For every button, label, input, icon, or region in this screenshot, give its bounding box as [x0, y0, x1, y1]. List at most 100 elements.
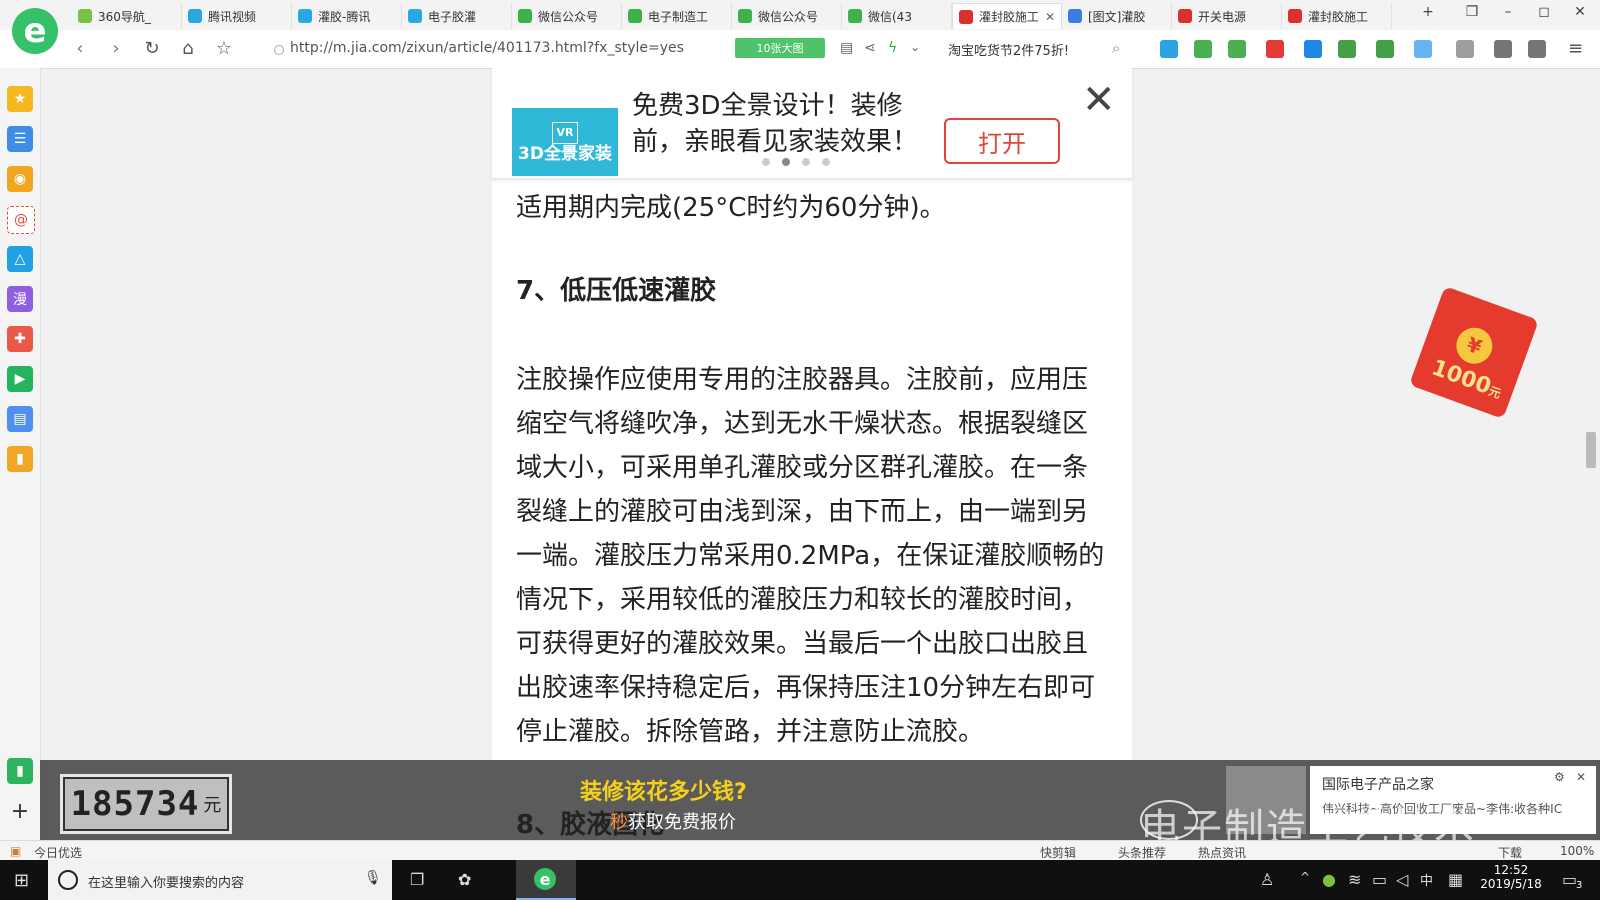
status-item-hotnews[interactable]: 热点资讯 — [1198, 844, 1246, 861]
cloud-toolbar-icon[interactable] — [1160, 40, 1178, 58]
cortana-icon[interactable] — [58, 870, 78, 890]
taskbar-search[interactable]: 在这里输入你要搜索的内容 🎙 — [48, 860, 392, 900]
wifi-icon[interactable]: ≋ — [1348, 870, 1361, 889]
cost-question[interactable]: 装修该花多少钱? — [580, 774, 747, 806]
status-item-headlines[interactable]: 头条推荐 — [1118, 844, 1166, 861]
ad-close-icon[interactable]: ✕ — [1082, 80, 1116, 120]
get-quote-link[interactable]: 秒获取免费报价 — [610, 808, 736, 834]
refresh-icon[interactable]: ↻ — [140, 38, 164, 59]
browser-logo-icon[interactable]: e — [12, 8, 58, 54]
weibo-icon[interactable]: ◉ — [7, 166, 33, 192]
task-view-icon[interactable]: ❐ — [410, 870, 424, 889]
comic-icon[interactable]: 漫 — [7, 286, 33, 312]
browser-tab[interactable]: 微信公众号 — [512, 3, 622, 29]
back-icon[interactable]: ‹ — [68, 38, 92, 59]
favorite-star-icon[interactable]: ☆ — [212, 38, 236, 59]
tab-close-icon[interactable]: ✕ — [1045, 10, 1055, 24]
battery-icon[interactable]: ▮ — [7, 758, 33, 784]
magnifier-icon[interactable] — [1304, 40, 1322, 58]
red-packet[interactable]: ¥ 1000元 — [1409, 286, 1539, 419]
forward-icon[interactable]: › — [104, 38, 128, 59]
keyboard-grid-icon[interactable]: ▦ — [1448, 870, 1463, 889]
taskbar: ⊞ 在这里输入你要搜索的内容 🎙 ❐ ✿ e ♙ ^ ● ≋ ▭ ◁ 中 ▦ 1… — [0, 860, 1600, 900]
gamepad-icon[interactable] — [1338, 40, 1356, 58]
ad-banner[interactable]: VR 3D全景家装 免费3D全景设计！装修前，亲眼看见家装效果！ 打开 ✕ — [492, 68, 1132, 179]
news-title[interactable]: 国际电子产品之家 — [1322, 774, 1434, 794]
close-icon[interactable]: ✕ — [1568, 4, 1592, 26]
browser-tab[interactable]: [图文]灌胶 — [1062, 3, 1172, 29]
share-icon[interactable]: ⋖ — [864, 40, 876, 56]
carousel-dot-active[interactable] — [782, 158, 790, 166]
open-button[interactable]: 打开 — [944, 118, 1060, 164]
note-icon[interactable]: ▮ — [7, 446, 33, 472]
notification-icon[interactable] — [1414, 40, 1432, 58]
lightning-icon[interactable]: ϟ — [888, 40, 897, 56]
carousel-dot[interactable] — [762, 158, 770, 166]
volume-icon[interactable]: ◁ — [1396, 870, 1408, 889]
promo-search-text[interactable]: 淘宝吃货节2件75折! — [948, 40, 1069, 59]
app-icon[interactable]: ✿ — [458, 870, 471, 889]
undo-icon[interactable] — [1528, 40, 1546, 58]
game-icon[interactable]: ✚ — [7, 326, 33, 352]
browser-tab[interactable]: 电子制造工 — [622, 3, 732, 29]
browser-tab[interactable]: 腾讯视频 — [182, 3, 292, 29]
browser-taskbar-icon: e — [534, 868, 556, 890]
tab-favicon-icon — [848, 9, 862, 23]
big-image-button[interactable]: 10张大图 — [735, 38, 825, 58]
zoom-level[interactable]: 100% — [1560, 844, 1594, 858]
news-close-icon[interactable]: ✕ — [1576, 770, 1586, 784]
browser-tab[interactable]: 开关电源 — [1172, 3, 1282, 29]
plus-icon[interactable]: + — [7, 798, 33, 824]
status-item-download[interactable]: 下载 — [1498, 844, 1522, 861]
new-tab-button[interactable]: + — [1416, 4, 1440, 26]
browser-tab[interactable]: 灌封胶施工 ✕ — [952, 3, 1062, 29]
tray-chevron-icon[interactable]: ^ — [1300, 870, 1310, 884]
translate-icon[interactable] — [1228, 40, 1246, 58]
restore-icon[interactable]: ❐ — [1460, 4, 1484, 26]
browser-tab[interactable]: 灌胶-腾讯 — [292, 3, 402, 29]
browser-tab[interactable]: 360导航_ — [72, 3, 182, 29]
browser-tab[interactable]: 微信公众号 — [732, 3, 842, 29]
menu-icon[interactable]: ≡ — [1568, 38, 1583, 59]
video-icon[interactable]: ▶ — [7, 366, 33, 392]
left-sidebar: ★ ☰ ◉ @ △ 漫 ✚ ▶ ▤ ▮ ▮ + — [0, 68, 41, 840]
status-item-clip[interactable]: 快剪辑 — [1040, 844, 1076, 861]
book-icon[interactable] — [1194, 40, 1212, 58]
browser-taskbar-button[interactable]: e — [516, 860, 576, 900]
scissors-icon[interactable] — [1266, 40, 1284, 58]
mail-icon[interactable]: @ — [7, 206, 35, 234]
battery-tray-icon[interactable]: ▭ — [1372, 870, 1387, 889]
ime-indicator[interactable]: 中 — [1420, 870, 1433, 889]
carousel-dot[interactable] — [822, 158, 830, 166]
clock[interactable]: 12:52 2019/5/18 — [1478, 863, 1544, 891]
yuan-icon[interactable] — [1376, 40, 1394, 58]
tablet-icon[interactable] — [1494, 40, 1512, 58]
maximize-icon[interactable]: ◻ — [1532, 4, 1556, 26]
gift-icon[interactable]: ▣ — [10, 844, 21, 858]
windows-start-icon[interactable]: ⊞ — [14, 870, 29, 891]
browser-tab[interactable]: 电子胶灌 — [402, 3, 512, 29]
carousel-dot[interactable] — [802, 158, 810, 166]
cloud-icon[interactable]: △ — [7, 246, 33, 272]
home-icon[interactable]: ⌂ — [176, 38, 200, 59]
address-bar[interactable]: http://m.jia.com/zixun/article/401173.ht… — [290, 40, 684, 56]
tray-360-icon[interactable]: ● — [1322, 870, 1336, 889]
people-icon[interactable]: ♙ — [1260, 870, 1274, 889]
news-icon[interactable]: ☰ — [7, 126, 33, 152]
site-security-icon[interactable] — [274, 45, 284, 55]
browser-tab[interactable]: 微信(43 — [842, 3, 952, 29]
settings-gear-icon[interactable]: ⚙ — [1554, 770, 1565, 784]
chevron-down-icon[interactable]: ⌄ — [910, 40, 920, 54]
star-icon[interactable]: ★ — [7, 86, 33, 112]
action-center-icon[interactable]: ▭ — [1562, 870, 1577, 889]
today-picks-link[interactable]: 今日优选 — [34, 844, 82, 861]
apps-icon[interactable] — [1456, 40, 1474, 58]
tab-label: 腾讯视频 — [208, 9, 257, 24]
microphone-icon[interactable]: 🎙 — [364, 870, 382, 886]
scrollbar-thumb[interactable] — [1586, 432, 1596, 468]
search-icon[interactable]: ⌕ — [1112, 39, 1120, 57]
document-icon[interactable]: ▤ — [7, 406, 33, 432]
minimize-icon[interactable]: – — [1496, 4, 1520, 26]
reader-icon[interactable]: ▤ — [840, 40, 853, 56]
browser-tab[interactable]: 灌封胶施工 — [1282, 3, 1392, 29]
